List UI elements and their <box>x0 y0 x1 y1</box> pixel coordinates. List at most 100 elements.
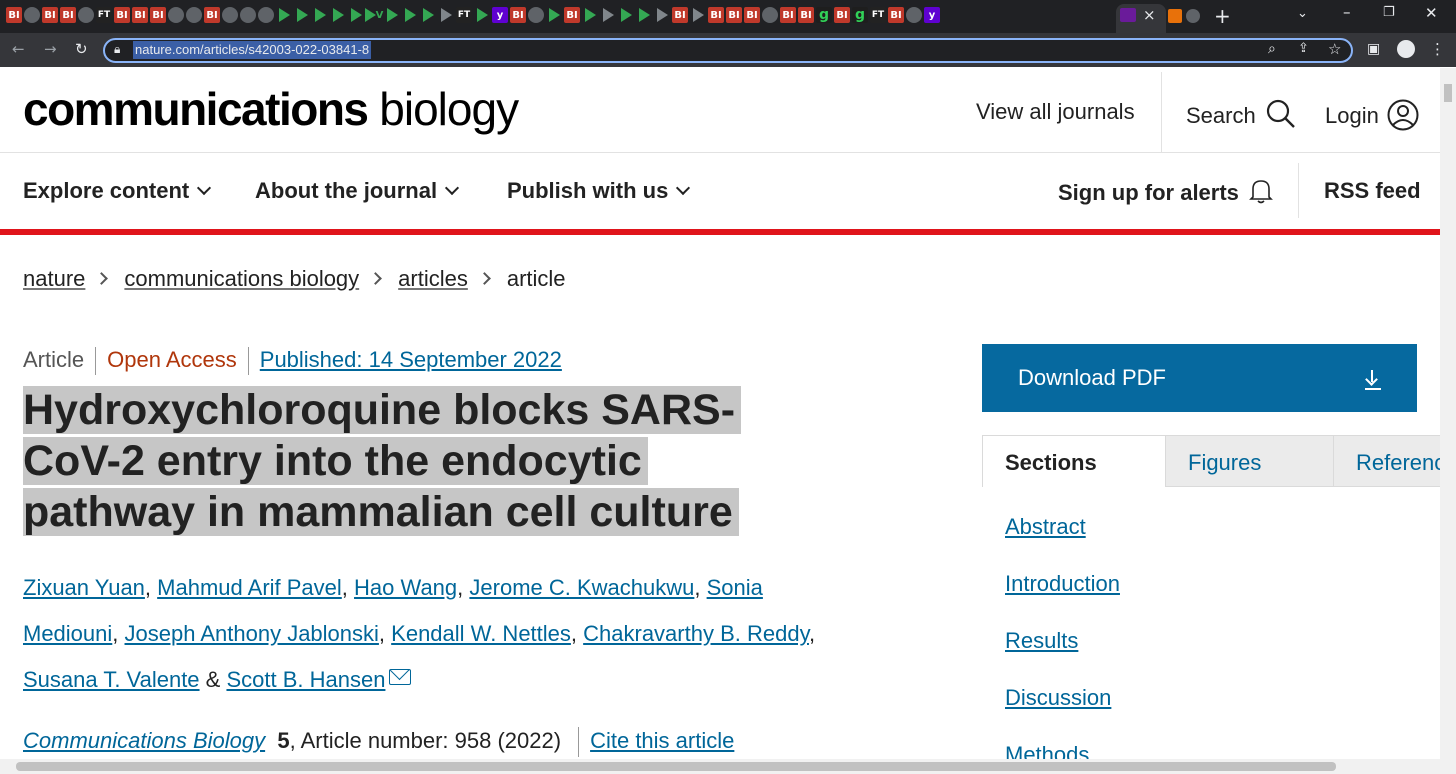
tab-sections[interactable]: Sections <box>982 435 1166 487</box>
share-icon[interactable]: ⇪ <box>1298 41 1309 56</box>
tab-favicon-icon[interactable]: BI <box>132 7 148 23</box>
tab-favicon-icon[interactable]: BI <box>798 7 814 23</box>
mail-icon[interactable] <box>389 669 412 685</box>
cite-this-article-link[interactable]: Cite this article <box>590 728 734 753</box>
journal-name-link[interactable]: Communications Biology <box>23 728 265 753</box>
tab-references[interactable]: References <box>1333 435 1440 487</box>
tab-favicon-icon[interactable]: BI <box>726 7 742 23</box>
published-date-link[interactable]: Published: 14 September 2022 <box>260 347 562 372</box>
tab-favicon-icon[interactable] <box>528 7 544 23</box>
new-tab-icon[interactable]: + <box>1214 4 1231 28</box>
tab-favicon-icon[interactable] <box>654 7 670 23</box>
reload-icon[interactable]: ↻ <box>75 40 88 58</box>
tab-favicon-icon[interactable]: BI <box>888 7 904 23</box>
author-link[interactable]: Chakravarthy B. Reddy <box>583 621 809 646</box>
rss-feed-link[interactable]: RSS feed <box>1324 178 1421 204</box>
tab-favicon-icon[interactable]: g <box>816 7 832 23</box>
vertical-scrollbar-thumb[interactable] <box>1444 84 1452 102</box>
tab-favicon-icon[interactable] <box>420 7 436 23</box>
breadcrumb-articles[interactable]: articles <box>398 266 468 291</box>
tab-favicon-icon[interactable] <box>222 7 238 23</box>
window-close-icon[interactable]: ✕ <box>1425 4 1438 22</box>
author-link[interactable]: Kendall W. Nettles <box>391 621 571 646</box>
tab-favicon-icon[interactable]: FT <box>870 7 886 23</box>
tab-favicon-icon[interactable]: BI <box>708 7 724 23</box>
nav-about-journal[interactable]: About the journal <box>255 178 460 204</box>
tab-favicon-icon[interactable] <box>474 7 490 23</box>
sign-up-alerts-link[interactable]: Sign up for alerts <box>1058 178 1273 206</box>
tab-favicon-icon[interactable] <box>582 7 598 23</box>
tab-favicon-icon[interactable] <box>78 7 94 23</box>
forward-arrow-icon[interactable]: → <box>44 40 57 58</box>
author-link[interactable]: Jerome C. Kwachukwu <box>469 575 694 600</box>
search-link[interactable]: Search <box>1186 99 1296 129</box>
tab-favicon-icon[interactable] <box>690 7 706 23</box>
tab-favicon-icon[interactable] <box>906 7 922 23</box>
tab-favicon-icon[interactable] <box>312 7 328 23</box>
section-link-abstract[interactable]: Abstract <box>1005 514 1086 540</box>
tab-favicon-icon[interactable]: FT <box>96 7 112 23</box>
tab-search-chevron-icon[interactable]: ⌄ <box>1297 6 1308 21</box>
tab-favicon-icon[interactable] <box>402 7 418 23</box>
tab-favicon-icon[interactable]: BI <box>780 7 796 23</box>
browser-menu-icon[interactable]: ⋮ <box>1430 40 1445 58</box>
zoom-icon[interactable]: ⌕ <box>1268 41 1276 57</box>
tab-favicon-icon[interactable]: y <box>492 7 508 23</box>
tab-favicon-icon[interactable]: BI <box>564 7 580 23</box>
tab-favicon-icon[interactable]: BI <box>6 7 22 23</box>
tab-favicon-icon[interactable] <box>438 7 454 23</box>
tab-favicon-icon[interactable]: BI <box>150 7 166 23</box>
tab-favicon-icon[interactable] <box>600 7 616 23</box>
tab-favicon-icon[interactable] <box>294 7 310 23</box>
section-link-discussion[interactable]: Discussion <box>1005 685 1111 711</box>
author-link[interactable]: Joseph Anthony Jablonski <box>125 621 379 646</box>
tab-favicon-icon[interactable]: BI <box>60 7 76 23</box>
tab-favicon-icon[interactable] <box>636 7 652 23</box>
tab-favicon-icon[interactable]: BI <box>42 7 58 23</box>
close-tab-icon[interactable]: × <box>1143 6 1156 24</box>
author-link[interactable]: Zixuan Yuan <box>23 575 145 600</box>
horizontal-scrollbar-thumb[interactable] <box>16 762 1336 771</box>
breadcrumb-nature[interactable]: nature <box>23 266 85 291</box>
back-arrow-icon[interactable]: ← <box>12 40 25 58</box>
tab-favicon-icon[interactable] <box>24 7 40 23</box>
download-pdf-button[interactable]: Download PDF <box>982 344 1417 412</box>
section-link-introduction[interactable]: Introduction <box>1005 571 1120 597</box>
author-link[interactable]: Hao Wang <box>354 575 457 600</box>
nav-explore-content[interactable]: Explore content <box>23 178 212 204</box>
tab-favicon-icon[interactable]: V <box>366 7 384 23</box>
tab-favicon-icon[interactable]: BI <box>204 7 220 23</box>
author-link[interactable]: Scott B. Hansen <box>226 667 385 692</box>
url-text[interactable]: nature.com/articles/s42003-022-03841-8 <box>133 41 372 59</box>
side-panel-icon[interactable]: ▣ <box>1367 41 1380 57</box>
tab-favicon-icon[interactable] <box>258 7 274 23</box>
login-link[interactable]: Login <box>1325 99 1419 131</box>
tab-favicon-icon[interactable] <box>546 7 562 23</box>
tab-favicon-icon[interactable]: BI <box>672 7 688 23</box>
tab-favicon-icon[interactable]: y <box>924 7 940 23</box>
tab-favicon-icon[interactable] <box>186 7 202 23</box>
tab-favicon-icon[interactable] <box>276 7 292 23</box>
breadcrumb-communications-biology[interactable]: communications biology <box>124 266 359 291</box>
view-all-journals-link[interactable]: View all journals <box>976 99 1135 125</box>
tab-figures[interactable]: Figures <box>1166 435 1333 487</box>
tab-favicon-icon[interactable] <box>384 7 400 23</box>
nav-publish-with-us[interactable]: Publish with us <box>507 178 691 204</box>
tab-favicon-icon[interactable] <box>168 7 184 23</box>
tab-favicon-icon[interactable] <box>240 7 256 23</box>
tab-favicon-icon[interactable]: BI <box>834 7 850 23</box>
vertical-scrollbar[interactable] <box>1440 68 1456 759</box>
tab-favicon-icon[interactable] <box>330 7 346 23</box>
journal-logo[interactable]: communications biology <box>23 82 519 136</box>
minimize-icon[interactable]: – <box>1343 3 1351 21</box>
tab-favicon-icon[interactable]: BI <box>510 7 526 23</box>
tab-favicon-icon[interactable]: BI <box>744 7 760 23</box>
tab-favicon-icon[interactable] <box>348 7 364 23</box>
profile-avatar-icon[interactable] <box>1397 40 1415 58</box>
tab-favicon-icon[interactable]: g <box>852 7 868 23</box>
tab-favicon-icon[interactable]: FT <box>456 7 472 23</box>
author-link[interactable]: Mahmud Arif Pavel <box>157 575 342 600</box>
section-link-results[interactable]: Results <box>1005 628 1078 654</box>
bookmark-star-icon[interactable]: ☆ <box>1328 40 1341 58</box>
author-link[interactable]: Susana T. Valente <box>23 667 200 692</box>
